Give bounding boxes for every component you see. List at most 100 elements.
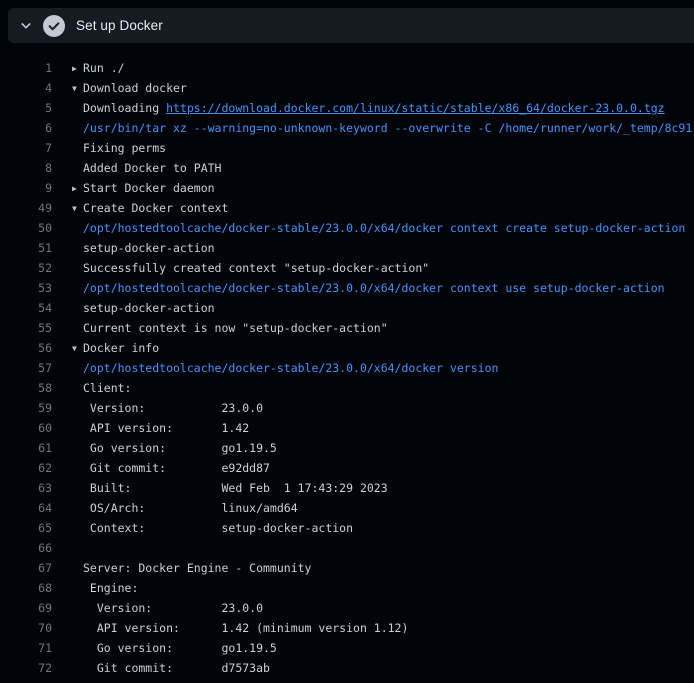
log-line-number[interactable]: 58 (0, 378, 52, 398)
actions-log-page: { "header": { "title": "Set up Docker", … (0, 0, 694, 683)
log-line: 62 Git commit: e92dd87 (0, 458, 694, 478)
collapse-arrow-icon[interactable]: ▼ (72, 79, 83, 98)
log-line-content: /opt/hostedtoolcache/docker-stable/23.0.… (72, 278, 665, 298)
collapse-arrow-icon[interactable]: ▼ (72, 339, 83, 358)
log-command-text: /opt/hostedtoolcache/docker-stable/23.0.… (83, 281, 665, 295)
log-line-content[interactable]: ▼Docker info (72, 338, 159, 358)
log-line: 52Successfully created context "setup-do… (0, 258, 694, 278)
log-text: API version: 1.42 (minimum version 1.12) (83, 621, 408, 635)
log-line-content: Fixing perms (72, 138, 166, 158)
log-line: 59 Version: 23.0.0 (0, 398, 694, 418)
log-line-content: Go version: go1.19.5 (72, 438, 277, 458)
log-line-content: API version: 1.42 (72, 418, 249, 438)
log-line: 49 ▼Create Docker context (0, 198, 694, 218)
log-line-number[interactable]: 62 (0, 458, 52, 478)
log-text: Go version: go1.19.5 (83, 641, 277, 655)
log-line-content: Version: 23.0.0 (72, 398, 263, 418)
log-line-content: Server: Docker Engine - Community (72, 558, 311, 578)
log-line-number[interactable]: 8 (0, 158, 52, 178)
log-command-text: /usr/bin/tar xz --warning=no-unknown-key… (83, 121, 692, 135)
log-line-content[interactable]: ▶Start Docker daemon (72, 178, 215, 198)
collapse-arrow-icon[interactable]: ▼ (72, 199, 83, 218)
chevron-down-icon[interactable] (18, 18, 34, 34)
log-line-content: /usr/bin/tar xz --warning=no-unknown-key… (72, 118, 692, 138)
log-line: 66 (0, 538, 694, 558)
log-text: Context: setup-docker-action (83, 521, 353, 535)
log-line: 70 API version: 1.42 (minimum version 1.… (0, 618, 694, 638)
log-line-number[interactable]: 56 (0, 338, 52, 358)
log-text: Go version: go1.19.5 (83, 441, 277, 455)
log-line-number[interactable]: 66 (0, 538, 52, 558)
log-text: Docker info (83, 341, 159, 355)
log-line: 50/opt/hostedtoolcache/docker-stable/23.… (0, 218, 694, 238)
log-text: OS/Arch: linux/amd64 (83, 501, 298, 515)
log-line-number[interactable]: 67 (0, 558, 52, 578)
log-line-number[interactable]: 55 (0, 318, 52, 338)
log-line-number[interactable]: 57 (0, 358, 52, 378)
log-text: setup-docker-action (83, 241, 215, 255)
log-line-number[interactable]: 72 (0, 658, 52, 678)
log-line-number[interactable]: 4 (0, 78, 52, 98)
log-line-number[interactable]: 59 (0, 398, 52, 418)
expand-arrow-icon[interactable]: ▶ (72, 179, 83, 198)
log-line-content: API version: 1.42 (minimum version 1.12) (72, 618, 408, 638)
log-line-content[interactable]: ▼Create Docker context (72, 198, 228, 218)
log-line-content: /opt/hostedtoolcache/docker-stable/23.0.… (72, 218, 692, 238)
log-line-number[interactable]: 65 (0, 518, 52, 538)
log-line: 72 Git commit: d7573ab (0, 658, 694, 678)
log-line-content: Client: (72, 378, 131, 398)
log-line-number[interactable]: 53 (0, 278, 52, 298)
log-text: Git commit: e92dd87 (83, 461, 270, 475)
log-line-number[interactable]: 51 (0, 238, 52, 258)
log-text: API version: 1.42 (83, 421, 249, 435)
log-line-number[interactable]: 1 (0, 58, 52, 78)
log-line: 58 Client: (0, 378, 694, 398)
log-line: 51 setup-docker-action (0, 238, 694, 258)
log-line: 9 ▶Start Docker daemon (0, 178, 694, 198)
log-line-content (72, 538, 83, 558)
log-line-content[interactable]: ▼Download docker (72, 78, 187, 98)
log-line-number[interactable]: 69 (0, 598, 52, 618)
expand-arrow-icon[interactable]: ▶ (72, 59, 83, 78)
log-line: 5 Downloading https://download.docker.com… (0, 98, 694, 118)
log-line-number[interactable]: 52 (0, 258, 52, 278)
log-line-number[interactable]: 68 (0, 578, 52, 598)
log-text: setup-docker-action (83, 301, 215, 315)
log-text: Downloading (83, 101, 166, 115)
log-line-number[interactable]: 50 (0, 218, 52, 238)
log-text: Version: 23.0.0 (83, 601, 263, 615)
log-line-content: Go version: go1.19.5 (72, 638, 277, 658)
log-line-number[interactable]: 5 (0, 98, 52, 118)
check-circle-icon (43, 15, 65, 37)
log-line-number[interactable]: 61 (0, 438, 52, 458)
log-link[interactable]: https://download.docker.com/linux/static… (166, 101, 665, 115)
log-text: Version: 23.0.0 (83, 401, 263, 415)
step-header[interactable]: Set up Docker (8, 8, 694, 43)
log-line-number[interactable]: 71 (0, 638, 52, 658)
log-line-content: Added Docker to PATH (72, 158, 221, 178)
log-line-number[interactable]: 64 (0, 498, 52, 518)
log-text: Built: Wed Feb 1 17:43:29 2023 (83, 481, 388, 495)
log-line-content: Downloading https://download.docker.com/… (72, 98, 665, 118)
log-command-text: /opt/hostedtoolcache/docker-stable/23.0.… (83, 221, 692, 235)
log-text: Engine: (83, 581, 138, 595)
log-line: 71 Go version: go1.19.5 (0, 638, 694, 658)
log-text: Current context is now "setup-docker-act… (83, 321, 388, 335)
log-line-content: /opt/hostedtoolcache/docker-stable/23.0.… (72, 358, 498, 378)
log-line-content[interactable]: ▶Run ./ (72, 58, 125, 78)
log-line-content: Current context is now "setup-docker-act… (72, 318, 388, 338)
log-line: 69 Version: 23.0.0 (0, 598, 694, 618)
log-text: Server: Docker Engine - Community (83, 561, 311, 575)
log-line-number[interactable]: 6 (0, 118, 52, 138)
log-line-number[interactable]: 54 (0, 298, 52, 318)
log-line-number[interactable]: 7 (0, 138, 52, 158)
log-line-number[interactable]: 60 (0, 418, 52, 438)
log-line: 55 Current context is now "setup-docker-a… (0, 318, 694, 338)
log-line-number[interactable]: 63 (0, 478, 52, 498)
log-line-number[interactable]: 9 (0, 178, 52, 198)
log-text: Added Docker to PATH (83, 161, 221, 175)
log-line-content: Built: Wed Feb 1 17:43:29 2023 (72, 478, 388, 498)
log-line-number[interactable]: 49 (0, 198, 52, 218)
log-line-content: Git commit: d7573ab (72, 658, 270, 678)
log-line-number[interactable]: 70 (0, 618, 52, 638)
